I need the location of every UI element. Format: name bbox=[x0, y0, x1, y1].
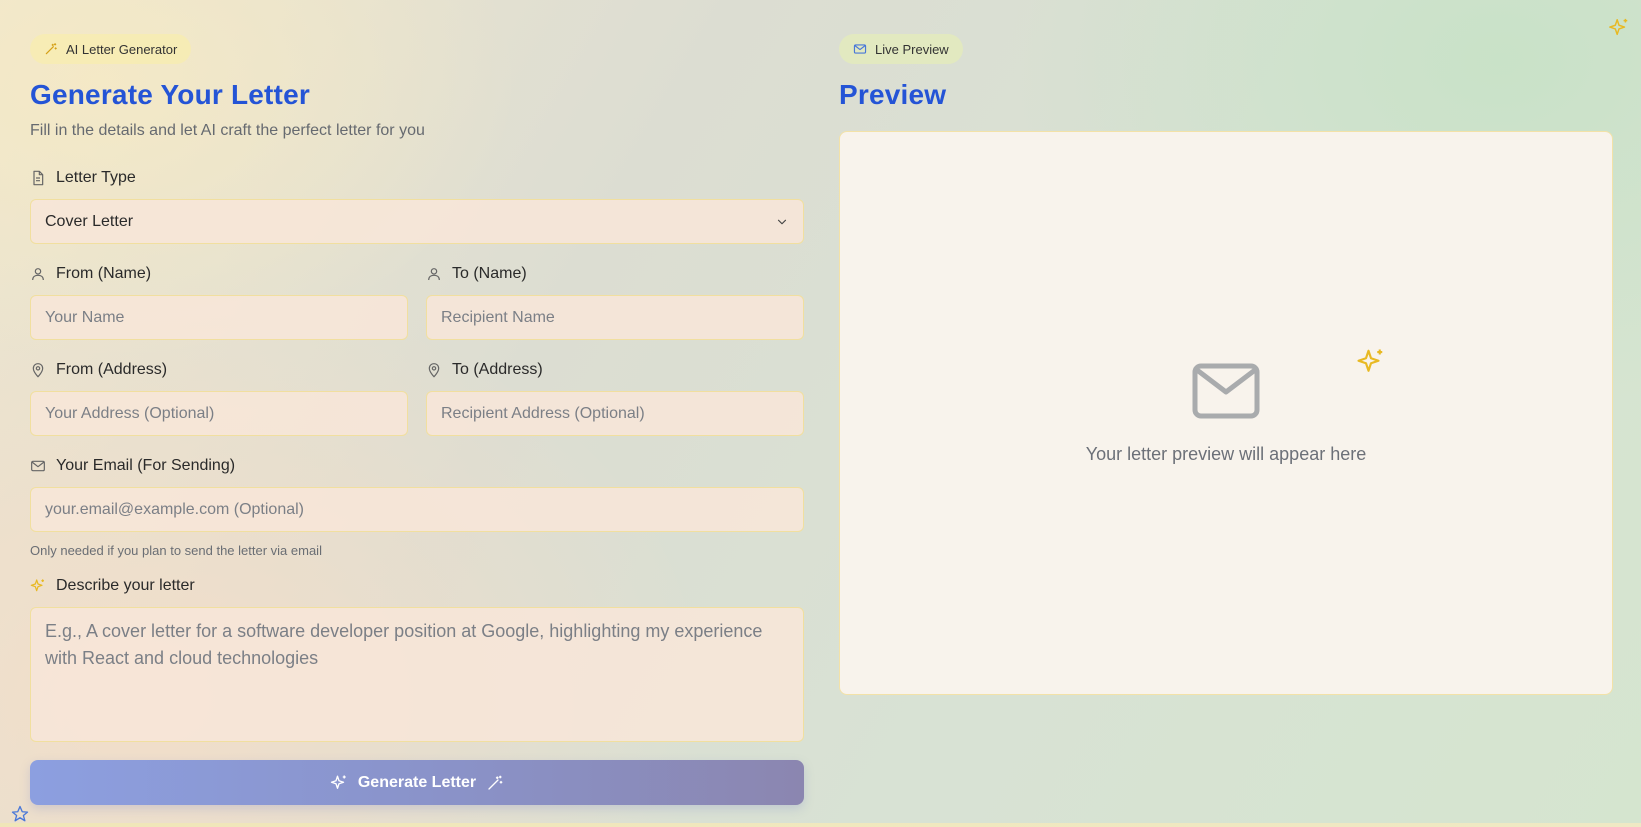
magic-wand-icon bbox=[488, 775, 503, 790]
preview-empty-state: Your letter preview will appear here bbox=[840, 362, 1612, 465]
from-address-input[interactable]: Your Address (Optional) bbox=[30, 391, 408, 436]
badge-label: AI Letter Generator bbox=[66, 41, 178, 57]
describe-textarea[interactable]: E.g., A cover letter for a software deve… bbox=[30, 607, 804, 742]
letter-type-value: Cover Letter bbox=[45, 212, 134, 230]
ai-generator-badge: AI Letter Generator bbox=[30, 34, 192, 64]
page-title: Generate Your Letter bbox=[30, 79, 310, 110]
to-name-input[interactable]: Recipient Name bbox=[426, 295, 804, 340]
envelope-icon bbox=[1192, 363, 1260, 419]
preview-placeholder-text: Your letter preview will appear here bbox=[1085, 444, 1367, 464]
email-input[interactable]: your.email@example.com (Optional) bbox=[30, 487, 804, 532]
magic-wand-icon bbox=[45, 43, 57, 55]
map-pin-icon bbox=[428, 363, 440, 378]
mail-icon bbox=[853, 44, 867, 54]
to-name-label: To (Name) bbox=[426, 264, 804, 284]
generate-button-label: Generate Letter bbox=[357, 773, 477, 791]
page-subtitle: Fill in the details and let AI craft the… bbox=[30, 122, 425, 139]
star-decor-icon bbox=[11, 805, 29, 822]
from-name-label: From (Name) bbox=[30, 264, 408, 284]
document-icon bbox=[33, 170, 44, 186]
preview-title: Preview bbox=[839, 79, 947, 110]
email-label: Your Email (For Sending) bbox=[30, 456, 804, 476]
generate-letter-button[interactable]: Generate Letter bbox=[30, 760, 804, 805]
sparkle-icon bbox=[330, 775, 346, 789]
preview-panel: Live Preview Preview bbox=[839, 34, 1613, 113]
user-icon bbox=[428, 268, 440, 281]
describe-label: Describe your letter bbox=[30, 576, 804, 596]
preview-card: Your letter preview will appear here bbox=[839, 131, 1613, 695]
to-address-label: To (Address) bbox=[426, 360, 804, 380]
to-address-input[interactable]: Recipient Address (Optional) bbox=[426, 391, 804, 436]
letter-type-label: Letter Type bbox=[30, 168, 804, 188]
bottom-accent-line bbox=[0, 823, 1641, 827]
email-hint: Only needed if you plan to send the lett… bbox=[30, 543, 322, 558]
user-icon bbox=[32, 268, 44, 281]
map-pin-icon bbox=[32, 363, 44, 378]
letter-type-select[interactable]: Cover Letter bbox=[30, 199, 804, 244]
mail-icon bbox=[31, 460, 45, 472]
sparkle-icon bbox=[30, 579, 44, 592]
live-preview-badge: Live Preview bbox=[839, 34, 963, 64]
from-address-label: From (Address) bbox=[30, 360, 408, 380]
chevron-down-icon bbox=[777, 219, 787, 224]
from-name-input[interactable]: Your Name bbox=[30, 295, 408, 340]
badge-label: Live Preview bbox=[875, 41, 949, 57]
generator-form: AI Letter Generator Generate Your Letter… bbox=[30, 34, 804, 805]
